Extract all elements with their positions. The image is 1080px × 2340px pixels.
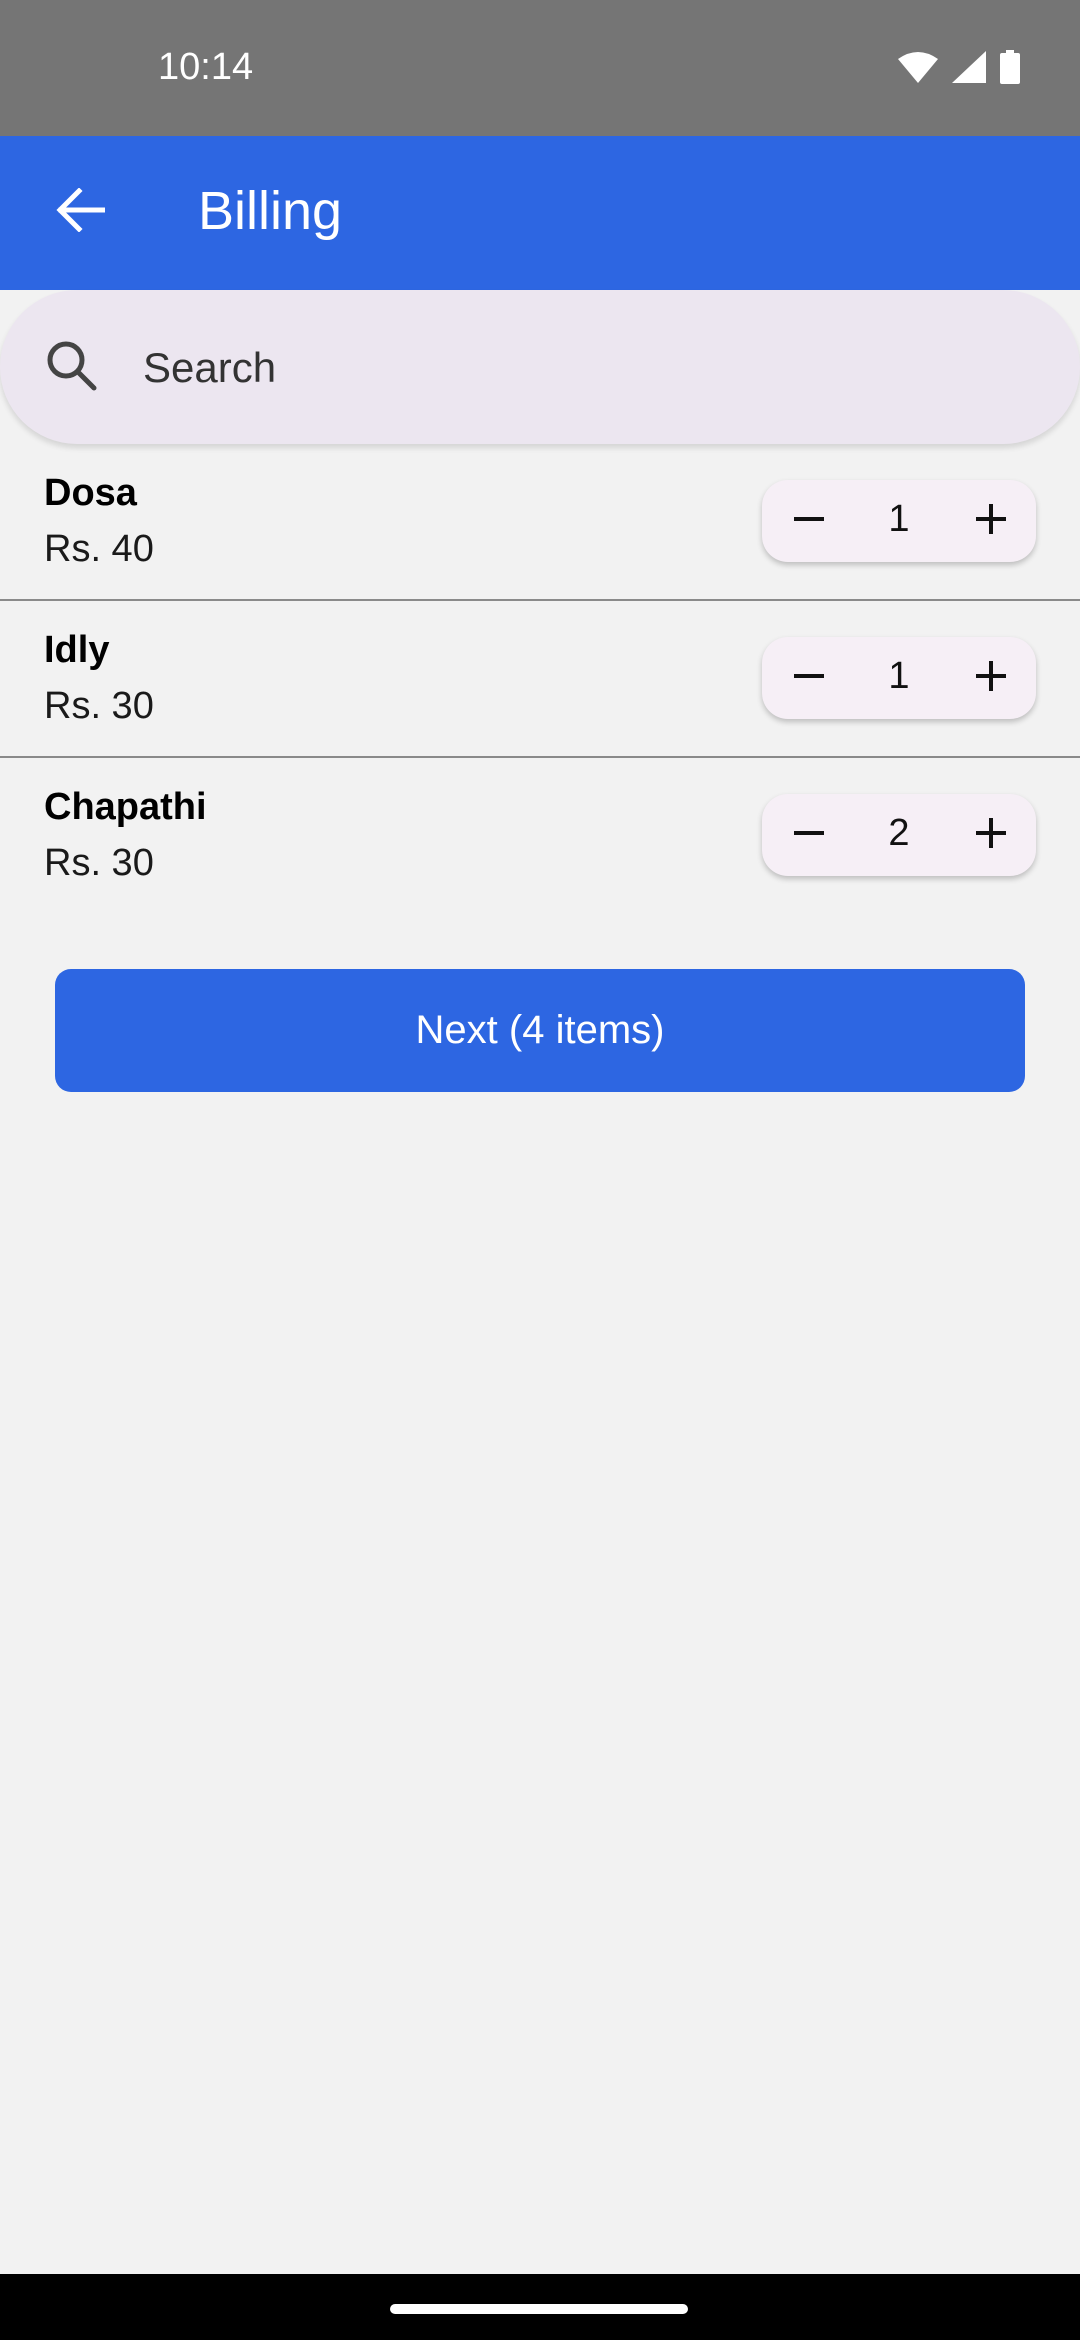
item-name: Chapathi [44, 786, 207, 828]
decrement-button[interactable] [768, 480, 850, 562]
increment-button[interactable] [950, 637, 1032, 719]
decrement-button[interactable] [768, 637, 850, 719]
navigation-bar [0, 2274, 1080, 2340]
increment-button[interactable] [950, 480, 1032, 562]
wifi-icon [898, 51, 938, 88]
increment-button[interactable] [950, 794, 1032, 876]
page-title: Billing [198, 181, 343, 241]
plus-icon [974, 816, 1008, 855]
plus-icon [974, 659, 1008, 698]
search-icon [42, 336, 102, 396]
item-price: Rs. 30 [44, 685, 154, 727]
status-bar: 10:14 [0, 0, 1080, 136]
list-item: Idly Rs. 30 1 [0, 601, 1080, 758]
status-icons [898, 50, 1020, 89]
cellular-signal-icon [952, 51, 986, 88]
back-button[interactable] [40, 172, 120, 252]
search-input[interactable]: Search [143, 344, 276, 392]
status-time: 10:14 [158, 46, 254, 88]
minus-icon [792, 659, 826, 698]
decrement-button[interactable] [768, 794, 850, 876]
home-indicator[interactable] [390, 2304, 688, 2314]
battery-icon [1000, 50, 1020, 89]
app-bar: Billing [0, 136, 1080, 290]
quantity-stepper: 1 [762, 637, 1036, 719]
search-bar[interactable]: Search [0, 290, 1080, 444]
quantity-value: 1 [888, 655, 910, 697]
item-list: Dosa Rs. 40 1 Idly Rs. 30 1 Chapathi Rs.… [0, 444, 1080, 915]
list-item: Chapathi Rs. 30 2 [0, 758, 1080, 915]
item-name: Idly [44, 629, 110, 671]
next-button[interactable]: Next (4 items) [55, 969, 1025, 1092]
arrow-left-icon [55, 186, 106, 237]
quantity-value: 2 [888, 812, 910, 854]
quantity-value: 1 [888, 498, 910, 540]
item-price: Rs. 30 [44, 842, 154, 884]
quantity-stepper: 1 [762, 480, 1036, 562]
plus-icon [974, 502, 1008, 541]
list-item: Dosa Rs. 40 1 [0, 444, 1080, 601]
minus-icon [792, 816, 826, 855]
item-name: Dosa [44, 472, 137, 514]
item-price: Rs. 40 [44, 528, 154, 570]
quantity-stepper: 2 [762, 794, 1036, 876]
minus-icon [792, 502, 826, 541]
